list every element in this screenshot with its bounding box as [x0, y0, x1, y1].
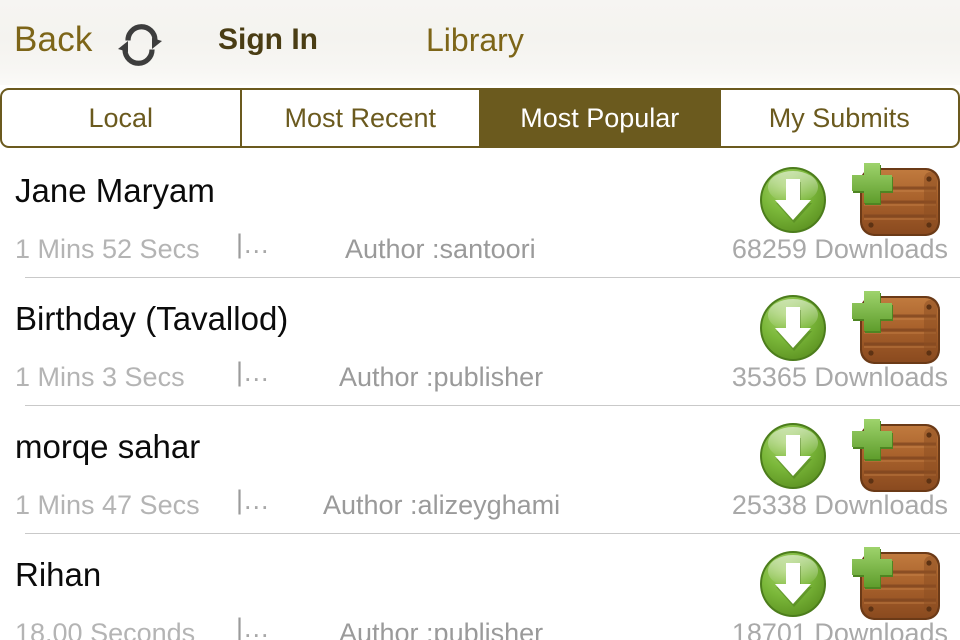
download-arrow-icon[interactable]: [757, 548, 829, 620]
tab-most-popular[interactable]: Most Popular: [481, 90, 721, 146]
crate-plus-icon-svg: [852, 547, 940, 620]
crate-plus-icon[interactable]: [848, 290, 948, 368]
table-row[interactable]: Birthday (Tavallod) 1 Mins 3 Secs |... A…: [0, 278, 960, 406]
crate-plus-icon[interactable]: [848, 162, 948, 240]
download-arrow-icon[interactable]: [757, 164, 829, 236]
download-arrow-icon[interactable]: [757, 420, 829, 492]
row-ellipsis: ...: [244, 485, 270, 515]
track-author: Author :alizeyghami: [323, 490, 561, 520]
download-count: 18701 Downloads: [731, 618, 948, 640]
row-separator: |...: [236, 615, 270, 640]
track-author: Author :publisher: [339, 362, 544, 392]
tab-most-recent[interactable]: Most Recent: [241, 90, 481, 146]
crate-plus-icon-svg: [852, 163, 940, 236]
download-count: 25338 Downloads: [731, 490, 948, 520]
crate-plus-icon[interactable]: [848, 546, 948, 624]
refresh-icon-svg: [118, 24, 162, 66]
back-button[interactable]: Back: [14, 22, 93, 57]
track-author: Author :santoori: [345, 234, 536, 264]
track-list[interactable]: Jane Maryam 1 Mins 52 Secs |... Author :…: [0, 150, 960, 640]
track-title: Jane Maryam: [15, 172, 215, 209]
track-duration: 1 Mins 3 Secs: [15, 362, 185, 392]
track-title: Rihan: [15, 556, 102, 593]
download-count: 68259 Downloads: [731, 234, 948, 264]
download-arrow-icon[interactable]: [757, 292, 829, 364]
library-button[interactable]: Library: [426, 24, 524, 56]
row-separator: |...: [236, 229, 270, 259]
table-row[interactable]: morqe sahar 1 Mins 47 Secs |... Author :…: [0, 406, 960, 534]
track-title: Birthday (Tavallod): [15, 300, 289, 337]
top-navigation-bar: Back Sign In Library: [0, 0, 960, 85]
sign-in-button[interactable]: Sign In: [218, 25, 318, 55]
track-duration: 18.00 Seconds: [15, 618, 196, 640]
table-row[interactable]: Rihan 18.00 Seconds |... Author :publish…: [0, 534, 960, 640]
tab-my-submits[interactable]: My Submits: [720, 90, 958, 146]
row-separator: |...: [236, 485, 270, 515]
track-duration: 1 Mins 52 Secs: [15, 234, 200, 264]
download-arrow-icon-svg: [760, 167, 826, 233]
crate-plus-icon-svg: [852, 291, 940, 364]
download-arrow-icon-svg: [760, 423, 826, 489]
segmented-tab-bar: Local Most Recent Most Popular My Submit…: [0, 88, 960, 148]
crate-plus-icon[interactable]: [848, 418, 948, 496]
row-ellipsis: ...: [244, 613, 270, 640]
table-row[interactable]: Jane Maryam 1 Mins 52 Secs |... Author :…: [0, 150, 960, 278]
download-arrow-icon-svg: [760, 295, 826, 361]
download-count: 35365 Downloads: [731, 362, 948, 392]
tab-local[interactable]: Local: [2, 90, 242, 146]
track-author: Author :publisher: [339, 618, 544, 640]
row-ellipsis: ...: [244, 229, 270, 259]
crate-plus-icon-svg: [852, 419, 940, 492]
track-title: morqe sahar: [15, 428, 201, 465]
download-arrow-icon-svg: [760, 551, 826, 617]
track-duration: 1 Mins 47 Secs: [15, 490, 200, 520]
row-ellipsis: ...: [244, 357, 270, 387]
refresh-icon[interactable]: [112, 20, 168, 70]
row-separator: |...: [236, 357, 270, 387]
